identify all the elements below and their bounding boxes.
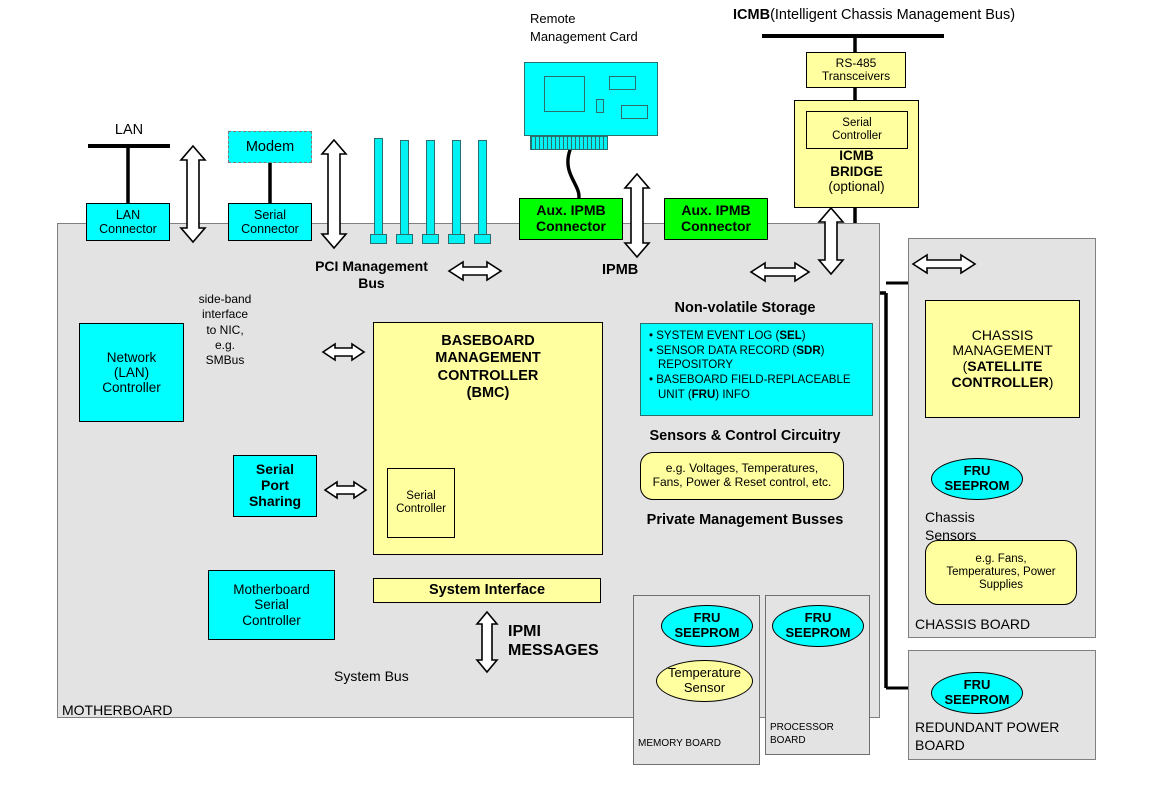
- block-arrows: [179, 138, 977, 674]
- remote-card-double-arrow: [623, 172, 651, 259]
- lan-double-arrow: [179, 144, 207, 244]
- bmc-sideband-double-arrow: [321, 342, 366, 362]
- ipmi-messages-double-arrow: [475, 610, 499, 674]
- diagram-canvas: ICMB (Intelligent Chassis Management Bus…: [0, 0, 1160, 793]
- ipmb-chassis-double-arrow: [749, 261, 811, 283]
- chassis-top-double-arrow: [911, 253, 977, 275]
- serial-sharing-double-arrow: [323, 480, 368, 500]
- pci-double-arrow: [447, 260, 503, 282]
- serial-double-arrow: [320, 138, 348, 250]
- icmb-bridge-double-arrow: [817, 206, 845, 276]
